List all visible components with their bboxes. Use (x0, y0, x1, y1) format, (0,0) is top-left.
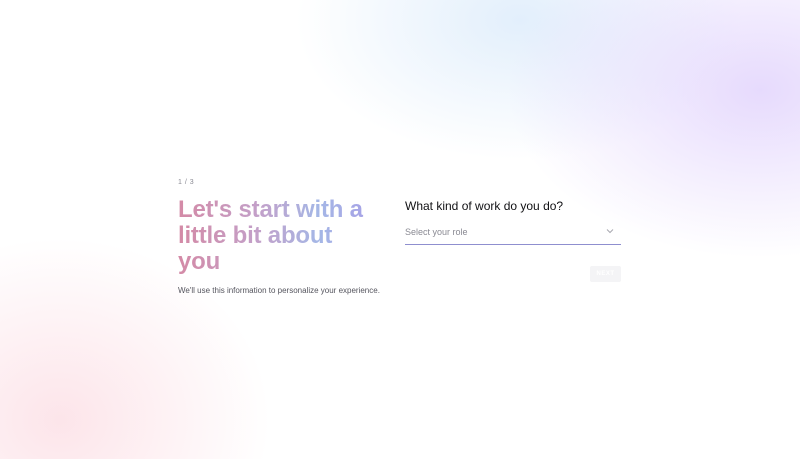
next-button[interactable]: NEXT (590, 266, 621, 282)
intro-section: 1 / 3 Let's start with a little bit abou… (178, 178, 388, 295)
chevron-down-icon (606, 229, 614, 234)
role-form: What kind of work do you do? Select your… (405, 198, 621, 282)
step-indicator: 1 / 3 (178, 179, 195, 186)
role-question: What kind of work do you do? (405, 199, 564, 213)
page-headline: Let's start with a little bit about you (178, 197, 378, 275)
intro-subtext: We'll use this information to personaliz… (178, 286, 380, 295)
role-select-placeholder: Select your role (405, 227, 468, 237)
role-select[interactable]: Select your role (405, 222, 621, 245)
